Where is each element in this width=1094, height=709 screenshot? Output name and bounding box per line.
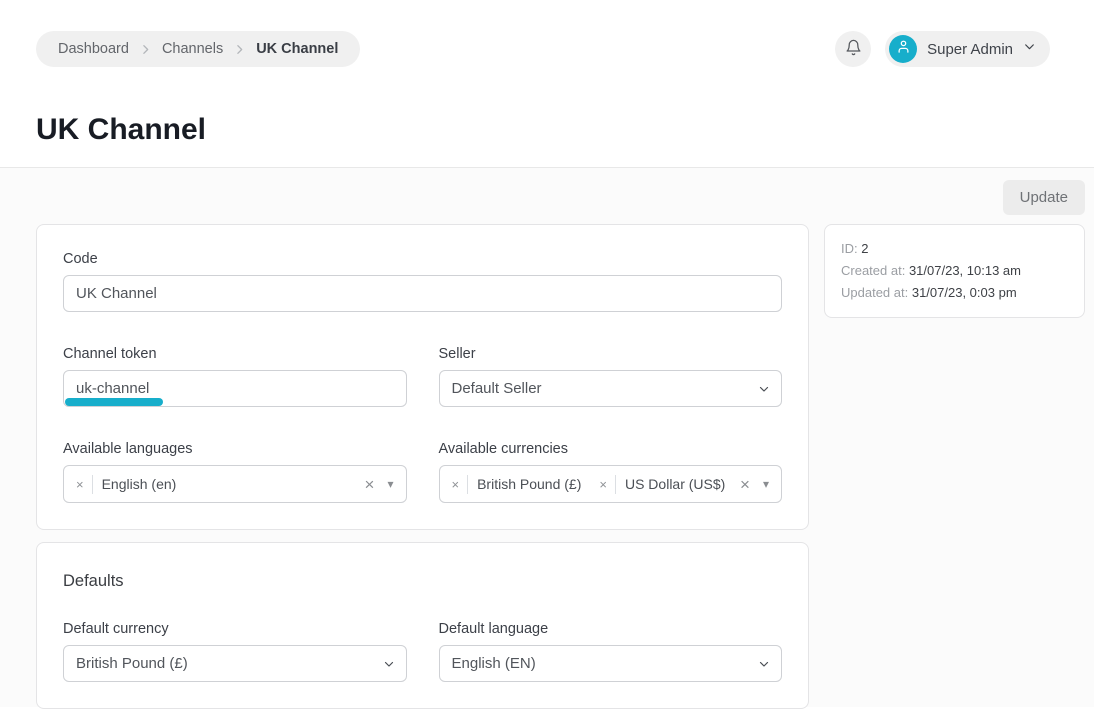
remove-chip-icon[interactable]: × — [450, 478, 468, 491]
default-currency-field-group: Default currency British Pound (£) — [63, 621, 407, 682]
updated-at-label: Updated at: — [841, 285, 908, 300]
remove-chip-icon[interactable]: × — [74, 478, 92, 491]
channel-token-input[interactable] — [63, 370, 407, 407]
created-at-label: Created at: — [841, 263, 905, 278]
default-language-field-group: Default language English (EN) — [439, 621, 783, 682]
channel-token-field-group: Channel token — [63, 346, 407, 407]
defaults-heading: Defaults — [63, 572, 782, 591]
default-currency-label: Default currency — [63, 621, 407, 637]
available-languages-label: Available languages — [63, 441, 407, 457]
chip-divider — [467, 475, 468, 494]
available-currencies-field-group: Available currencies × British Pound (£)… — [439, 441, 783, 503]
available-languages-multiselect[interactable]: × English (en) × ▾ — [63, 465, 407, 503]
breadcrumb-item-dashboard[interactable]: Dashboard — [58, 41, 129, 57]
defaults-card: Defaults Default currency British Pound … — [36, 542, 809, 709]
person-icon — [896, 39, 911, 59]
clear-all-icon[interactable]: × — [365, 476, 375, 493]
created-at-row: Created at: 31/07/23, 10:13 am — [841, 260, 1068, 282]
seller-label: Seller — [439, 346, 783, 362]
user-name: Super Admin — [927, 41, 1013, 58]
chip-label: British Pound (£) — [477, 476, 581, 492]
breadcrumb: Dashboard Channels UK Channel — [36, 31, 360, 67]
updated-at-value: 31/07/23, 0:03 pm — [912, 285, 1017, 300]
available-languages-field-group: Available languages × English (en) × — [63, 441, 407, 503]
bell-icon — [845, 39, 862, 59]
channel-token-label: Channel token — [63, 346, 407, 362]
chip-label: US Dollar (US$) — [625, 476, 725, 492]
caret-down-icon[interactable]: ▾ — [387, 477, 393, 491]
code-label: Code — [63, 251, 782, 267]
currency-chip: × US Dollar (US$) — [597, 475, 725, 494]
default-language-label: Default language — [439, 621, 783, 637]
updated-at-row: Updated at: 31/07/23, 0:03 pm — [841, 282, 1068, 304]
code-input[interactable] — [63, 275, 782, 312]
currency-chip: × British Pound (£) — [450, 475, 582, 494]
id-label: ID: — [841, 241, 858, 256]
default-currency-select[interactable]: British Pound (£) — [63, 645, 407, 682]
chevron-right-icon — [233, 43, 246, 56]
breadcrumb-item-channels[interactable]: Channels — [162, 41, 223, 57]
chip-label: English (en) — [102, 476, 177, 492]
chip-divider — [92, 475, 93, 494]
page-title: UK Channel — [36, 112, 1094, 148]
available-currencies-label: Available currencies — [439, 441, 783, 457]
chevron-right-icon — [139, 43, 152, 56]
available-currencies-multiselect[interactable]: × British Pound (£) × US Dollar (US$) — [439, 465, 783, 503]
breadcrumb-item-current: UK Channel — [256, 41, 338, 57]
chip-divider — [615, 475, 616, 494]
top-bar: Dashboard Channels UK Channel Super Admi… — [0, 0, 1094, 67]
user-menu-button[interactable]: Super Admin — [885, 31, 1050, 67]
code-field-group: Code — [63, 251, 782, 312]
seller-field-group: Seller Default Seller — [439, 346, 783, 407]
clear-all-icon[interactable]: × — [740, 476, 750, 493]
channel-details-card: Code Channel token Seller — [36, 224, 809, 530]
language-chip: × English (en) — [74, 475, 176, 494]
avatar — [889, 35, 917, 63]
default-language-select[interactable]: English (EN) — [439, 645, 783, 682]
update-button[interactable]: Update — [1003, 180, 1085, 215]
remove-chip-icon[interactable]: × — [597, 478, 615, 491]
page-content: Update Code Channel token — [0, 168, 1094, 707]
entity-id-row: ID: 2 — [841, 238, 1068, 260]
notifications-button[interactable] — [835, 31, 871, 67]
actions-row: Update — [36, 168, 1085, 224]
seller-select[interactable]: Default Seller — [439, 370, 783, 407]
caret-down-icon[interactable]: ▾ — [763, 477, 769, 491]
id-value: 2 — [861, 241, 868, 256]
created-at-value: 31/07/23, 10:13 am — [909, 263, 1021, 278]
top-bar-actions: Super Admin — [835, 31, 1050, 67]
entity-info-panel: ID: 2 Created at: 31/07/23, 10:13 am Upd… — [824, 224, 1085, 318]
chevron-down-icon — [1023, 40, 1036, 58]
